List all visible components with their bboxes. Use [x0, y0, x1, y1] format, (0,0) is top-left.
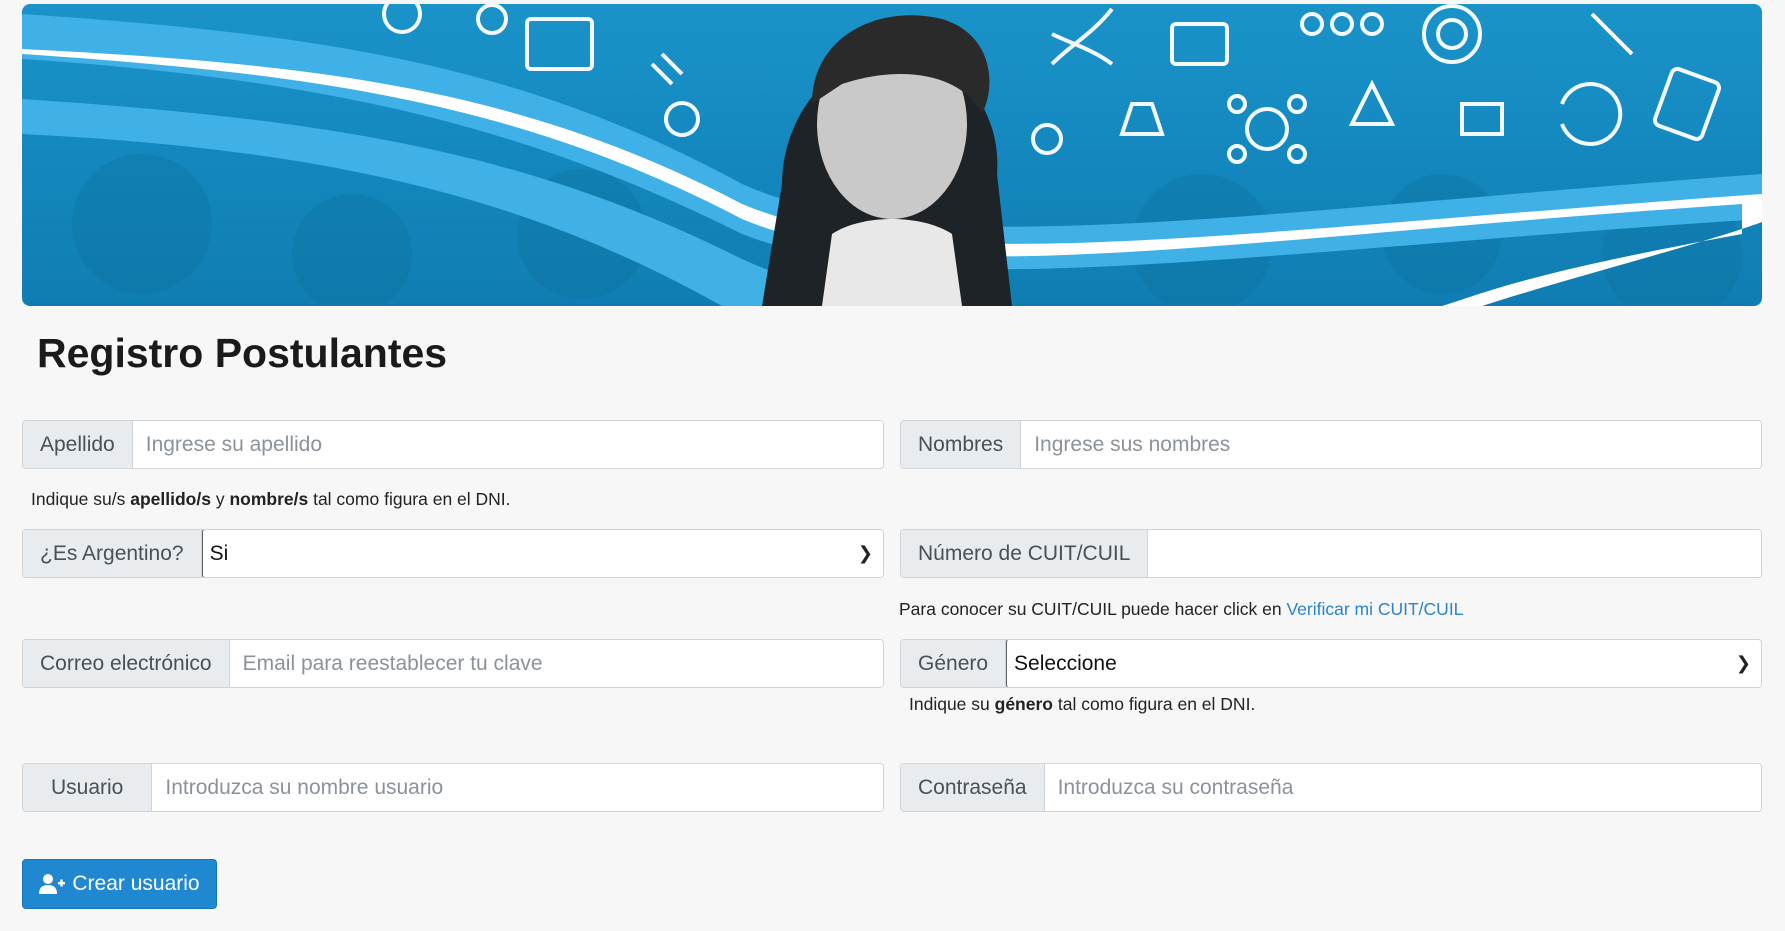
crear-usuario-label: Crear usuario — [72, 872, 200, 895]
nombres-group: Nombres — [900, 420, 1762, 469]
names-help-text: Indique su/s apellido/s y nombre/s tal c… — [31, 489, 511, 509]
page-title: Registro Postulantes — [37, 330, 448, 376]
argentino-group: ¿Es Argentino? Si ❯ — [22, 529, 884, 578]
header-banner — [22, 4, 1762, 306]
portrait-figure — [762, 15, 1012, 306]
cuit-help-text: Para conocer su CUIT/CUIL puede hacer cl… — [899, 599, 1464, 619]
chevron-down-icon: ❯ — [1735, 653, 1751, 673]
genero-selected-value: Seleccione — [1014, 651, 1117, 675]
argentino-selected-value: Si — [209, 541, 229, 565]
genero-help-text: Indique su género tal como figura en el … — [909, 694, 1256, 714]
password-input[interactable] — [1044, 764, 1761, 811]
user-plus-icon — [39, 874, 66, 894]
nombres-input[interactable] — [1021, 421, 1761, 468]
argentino-select[interactable]: Si ❯ — [201, 530, 883, 577]
cuit-group: Número de CUIT/CUIL — [900, 529, 1762, 578]
password-group: Contraseña — [900, 763, 1762, 812]
apellido-input[interactable] — [132, 421, 883, 468]
verificar-cuit-link[interactable]: Verificar mi CUIT/CUIL — [1286, 599, 1463, 619]
banner-illustration — [22, 4, 1762, 306]
genero-group: Género Seleccione ❯ — [900, 639, 1762, 688]
cuit-input[interactable] — [1148, 530, 1761, 577]
email-input[interactable] — [229, 640, 883, 687]
crear-usuario-button[interactable]: Crear usuario — [22, 859, 217, 909]
usuario-label: Usuario — [23, 764, 153, 811]
password-label: Contraseña — [901, 764, 1045, 811]
cuit-label: Número de CUIT/CUIL — [901, 530, 1149, 577]
email-group: Correo electrónico — [22, 639, 884, 688]
apellido-group: Apellido — [22, 420, 884, 469]
argentino-label: ¿Es Argentino? — [23, 530, 202, 577]
chevron-down-icon: ❯ — [857, 543, 873, 563]
usuario-group: Usuario — [22, 763, 884, 812]
email-label: Correo electrónico — [23, 640, 230, 687]
usuario-input[interactable] — [152, 764, 883, 811]
apellido-label: Apellido — [23, 421, 133, 468]
nombres-label: Nombres — [901, 421, 1022, 468]
genero-label: Género — [901, 640, 1007, 687]
genero-select[interactable]: Seleccione ❯ — [1006, 640, 1761, 687]
